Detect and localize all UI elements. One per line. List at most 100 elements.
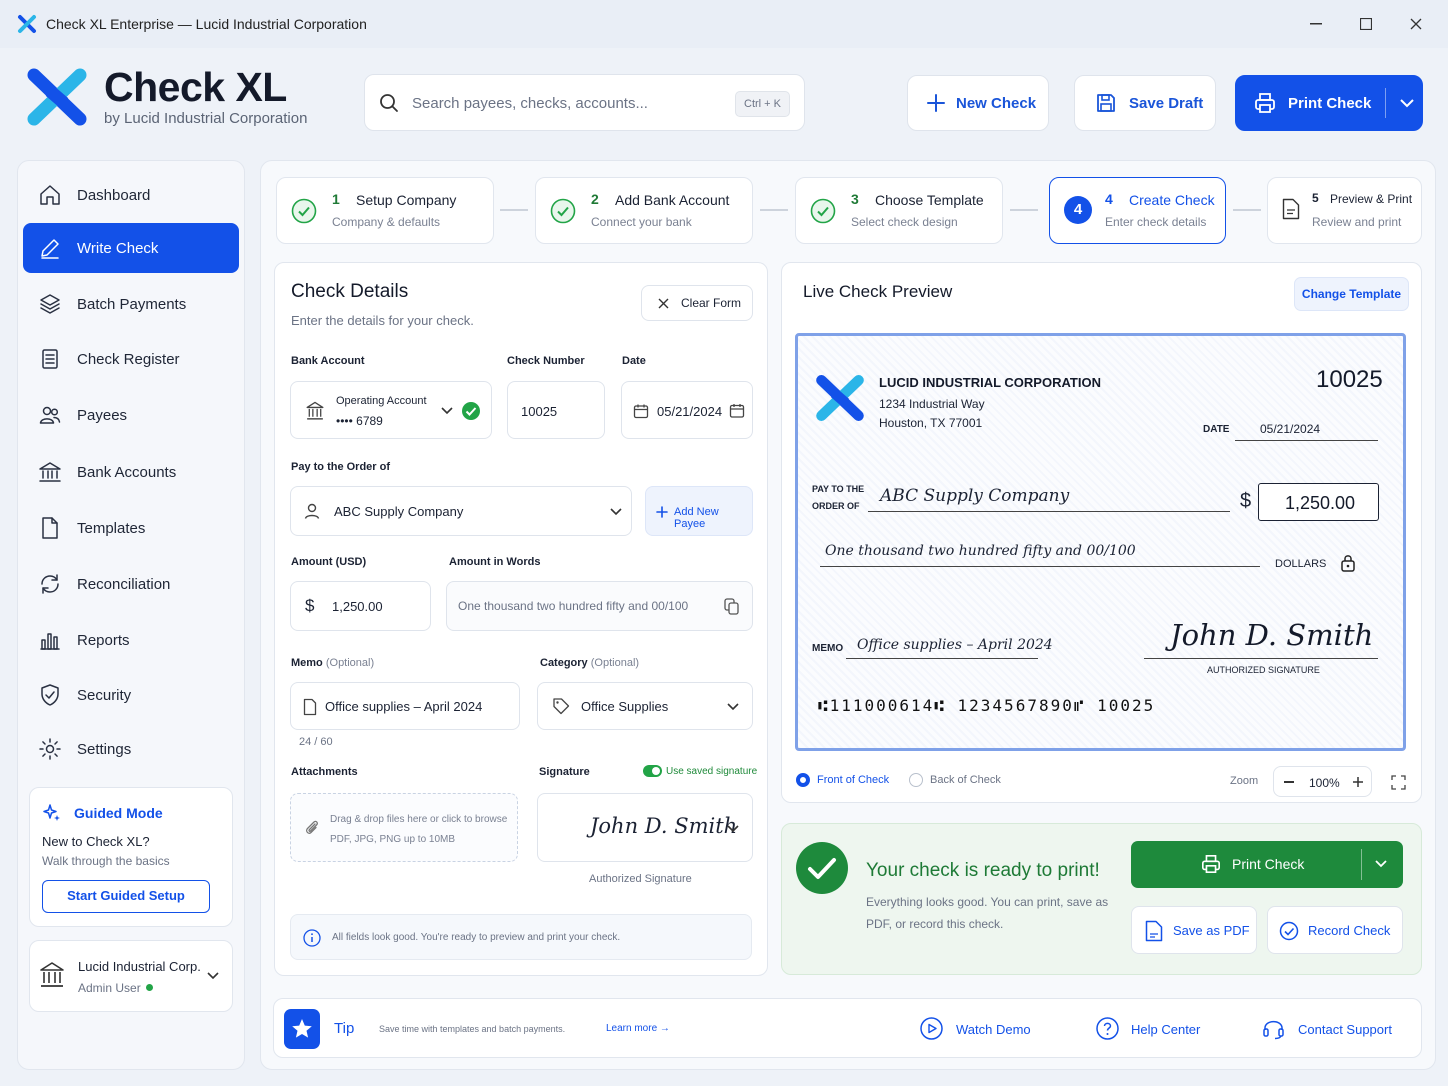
check-signature-caption: AUTHORIZED SIGNATURE — [1207, 665, 1320, 675]
record-check-button[interactable]: Record Check — [1267, 906, 1403, 954]
step-3[interactable]: 3 Choose Template Select check design — [795, 177, 1003, 244]
step-2[interactable]: 2 Add Bank Account Connect your bank — [535, 177, 753, 244]
start-guided-setup-button[interactable]: Start Guided Setup — [42, 880, 210, 913]
step-5[interactable]: 5 Preview & Print Review and print — [1267, 177, 1422, 244]
step-label: Choose Template — [875, 192, 984, 208]
zoom-in-button[interactable] — [1353, 777, 1363, 787]
sidebar-item-dashboard[interactable]: Dashboard — [23, 170, 239, 220]
maximize-button[interactable] — [1351, 12, 1381, 36]
back-of-check-radio[interactable] — [909, 773, 923, 787]
zoom-out-button[interactable] — [1284, 781, 1294, 783]
zoom-value: 100% — [1309, 776, 1340, 790]
chevron-down-icon[interactable] — [1400, 98, 1415, 108]
date-label: Date — [622, 355, 646, 367]
live-preview-title: Live Check Preview — [803, 282, 953, 301]
copy-icon[interactable] — [724, 598, 740, 616]
save-draft-button[interactable]: Save Draft — [1074, 75, 1216, 131]
save-icon — [1095, 92, 1117, 114]
clear-form-button[interactable]: Clear Form — [641, 285, 753, 321]
check-number-value: 10025 — [521, 404, 558, 419]
search-shortcut: Ctrl + K — [735, 91, 790, 117]
step-number: 2 — [591, 191, 599, 207]
check-dollars-label: DOLLARS — [1275, 558, 1327, 570]
chevron-down-icon[interactable] — [207, 972, 219, 980]
signature-label: Signature — [539, 766, 590, 778]
step-label: Add Bank Account — [615, 192, 730, 208]
use-saved-signature-toggle[interactable] — [643, 765, 662, 777]
help-center-link[interactable]: Help Center — [1131, 1022, 1200, 1037]
shield-icon — [23, 683, 77, 707]
bank-account-select[interactable]: Operating Account •••• 6789 — [290, 381, 492, 439]
pay-to-label-1: PAY TO THE — [812, 484, 865, 494]
check-number-input[interactable]: 10025 — [507, 381, 605, 439]
date-value: 05/21/2024 — [657, 404, 723, 419]
add-new-payee-label: Add New Payee — [674, 506, 719, 530]
fullscreen-icon[interactable] — [1391, 775, 1406, 790]
learn-more-link[interactable]: Learn more → — [606, 1023, 670, 1034]
search-input[interactable]: Search payees, checks, accounts... Ctrl … — [364, 74, 805, 131]
title-bar: Check XL Enterprise — Lucid Industrial C… — [0, 0, 1448, 48]
sidebar-item-label: Reports — [77, 631, 130, 649]
date-input[interactable]: 05/21/2024 — [621, 381, 753, 439]
step-connector — [500, 209, 528, 211]
close-window-button[interactable] — [1401, 12, 1431, 36]
change-template-button[interactable]: Change Template — [1294, 277, 1409, 311]
sidebar-item-templates[interactable]: Templates — [23, 503, 239, 553]
tip-bar: Tip Save time with templates and batch p… — [273, 998, 1422, 1058]
ready-to-print-panel: Your check is ready to print! Everything… — [781, 823, 1422, 975]
ready-line-1: Everything looks good. You can print, sa… — [866, 895, 1109, 909]
watch-demo-link[interactable]: Watch Demo — [956, 1022, 1031, 1037]
contact-support-link[interactable]: Contact Support — [1298, 1022, 1392, 1037]
sidebar-item-label: Payees — [77, 406, 128, 424]
sidebar-item-check-register[interactable]: Check Register — [23, 334, 239, 384]
payee-line — [868, 511, 1230, 512]
check-dollar-sign: $ — [1240, 490, 1252, 512]
printer-icon — [1201, 854, 1221, 874]
sidebar-item-settings[interactable]: Settings — [23, 724, 239, 774]
guided-line2: Walk through the basics — [42, 854, 170, 868]
sidebar-item-reconciliation[interactable]: Reconciliation — [23, 559, 239, 609]
save-as-pdf-button[interactable]: Save as PDF — [1131, 906, 1257, 954]
new-check-button[interactable]: New Check — [907, 75, 1049, 131]
sidebar-item-reports[interactable]: Reports — [23, 615, 239, 665]
signature-select[interactable]: John D. Smith — [537, 793, 753, 862]
sidebar-item-batch-payments[interactable]: Batch Payments — [23, 279, 239, 329]
check-details-subtitle: Enter the details for your check. — [291, 313, 474, 328]
calendar-picker-icon[interactable] — [729, 402, 745, 419]
signature-caption: Authorized Signature — [589, 873, 692, 885]
add-new-payee-button[interactable]: Add New Payee — [645, 486, 753, 536]
validation-info-banner: All fields look good. You're ready to pr… — [290, 914, 752, 960]
minimize-button[interactable] — [1301, 12, 1331, 36]
attachments-dropzone[interactable]: Drag & drop files here or click to brows… — [290, 793, 518, 862]
guided-title: Guided Mode — [74, 805, 163, 821]
memo-value: Office supplies – April 2024 — [325, 699, 483, 714]
amount-value: 1,250.00 — [332, 599, 383, 614]
step-number: 3 — [851, 191, 859, 207]
check-number: 10025 — [1316, 366, 1383, 393]
ready-print-check-button[interactable]: Print Check — [1131, 841, 1403, 888]
sidebar-item-write-check[interactable]: Write Check — [23, 223, 239, 273]
payee-select[interactable]: ABC Supply Company — [290, 486, 632, 536]
amount-input[interactable]: $ 1,250.00 — [290, 581, 431, 631]
sparkle-icon — [42, 803, 62, 823]
record-check-label: Record Check — [1308, 923, 1391, 938]
memo-input[interactable]: Office supplies – April 2024 — [290, 682, 520, 730]
user-account-card[interactable]: Lucid Industrial Corp. Admin User — [29, 940, 233, 1012]
front-of-check-radio[interactable] — [796, 773, 810, 787]
chevron-down-icon[interactable] — [1375, 860, 1387, 868]
memo-optional: (Optional) — [325, 657, 375, 669]
step-number: 1 — [332, 191, 340, 207]
zoom-label: Zoom — [1230, 775, 1259, 787]
step-4[interactable]: 4 4 Create Check Enter check details — [1049, 177, 1226, 244]
users-icon — [23, 403, 77, 427]
step-complete-icon — [810, 198, 836, 224]
sidebar-item-security[interactable]: Security — [23, 670, 239, 720]
step-1[interactable]: 1 Setup Company Company & defaults — [276, 177, 494, 244]
validation-info-text: All fields look good. You're ready to pr… — [332, 932, 621, 943]
sidebar-item-bank-accounts[interactable]: Bank Accounts — [23, 447, 239, 497]
sidebar-item-payees[interactable]: Payees — [23, 390, 239, 440]
document-icon — [1282, 198, 1300, 220]
bar-chart-icon — [23, 628, 77, 652]
category-select[interactable]: Office Supplies — [537, 682, 753, 730]
print-check-button[interactable]: Print Check — [1235, 75, 1423, 131]
